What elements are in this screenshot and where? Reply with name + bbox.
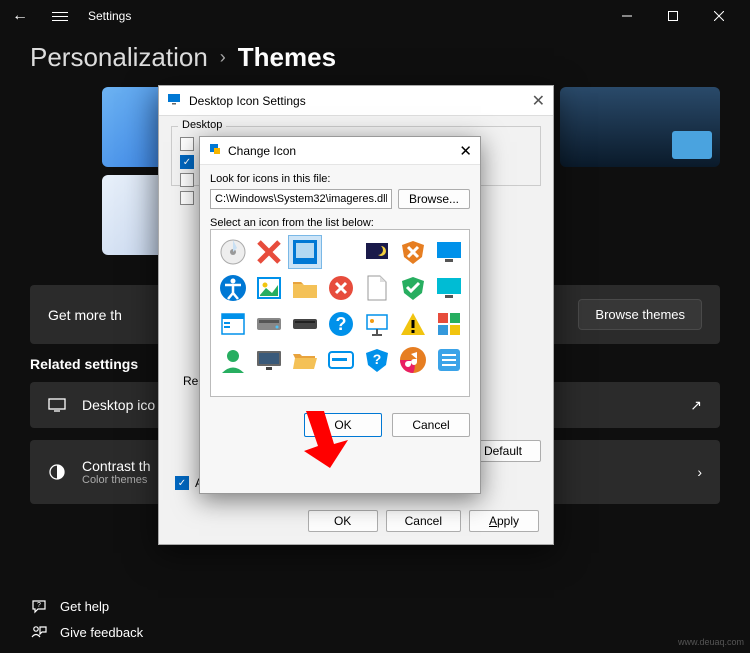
window-minimize[interactable] (604, 0, 650, 32)
moon-icon[interactable] (361, 236, 393, 268)
help-icon: ? (30, 597, 48, 615)
chevron-right-icon: › (220, 47, 226, 68)
change-icon-dialog: Change Icon ✕ Look for icons in this fil… (199, 136, 481, 494)
run-window-icon[interactable] (325, 344, 357, 376)
dialog-title: Change Icon (228, 144, 296, 158)
close-button[interactable]: ✕ (459, 142, 472, 160)
close-button[interactable]: ✕ (532, 91, 545, 111)
browse-themes-button[interactable]: Browse themes (578, 299, 702, 330)
device-icon[interactable] (289, 308, 321, 340)
checkbox-checked-icon: ✓ (175, 476, 189, 490)
folder-icon[interactable] (289, 272, 321, 304)
hdd-icon[interactable] (253, 308, 285, 340)
dialog-title: Desktop Icon Settings (189, 94, 306, 108)
user-icon[interactable] (217, 344, 249, 376)
window-icon[interactable] (217, 308, 249, 340)
svg-text:?: ? (37, 602, 41, 609)
give-feedback-link[interactable]: Give feedback (30, 623, 143, 641)
picture-icon[interactable] (253, 272, 285, 304)
warning-icon[interactable] (397, 308, 429, 340)
icon-grid: ? ? (210, 229, 470, 397)
blocks-icon[interactable] (433, 308, 465, 340)
monitor-blue-icon[interactable] (289, 236, 321, 268)
shield-help-icon[interactable]: ? (361, 344, 393, 376)
watermark: www.deuaq.com (678, 637, 744, 647)
presentation-icon[interactable] (361, 308, 393, 340)
checkbox-icon (180, 191, 194, 205)
app-title: Settings (88, 9, 131, 23)
disc-icon[interactable] (217, 236, 249, 268)
shield-orange-icon[interactable] (397, 236, 429, 268)
restore-label: Re (183, 374, 198, 388)
select-icon-label: Select an icon from the list below: (210, 217, 470, 229)
hamburger-menu[interactable] (48, 4, 72, 28)
help-icon[interactable]: ? (325, 308, 357, 340)
groupbox-legend: Desktop (178, 119, 226, 131)
x-red-icon[interactable] (253, 236, 285, 268)
desktop-icon (48, 396, 66, 414)
checkbox-icon (180, 137, 194, 151)
apply-button[interactable]: Apply (469, 510, 539, 532)
monitor-icon[interactable] (433, 236, 465, 268)
contrast-icon (48, 463, 66, 481)
folder-open-icon[interactable] (289, 344, 321, 376)
browse-button[interactable]: Browse... (398, 189, 470, 209)
checkbox-icon (180, 173, 194, 187)
theme-thumbnail[interactable] (560, 87, 720, 167)
music-icon[interactable] (397, 344, 429, 376)
list-icon[interactable] (433, 344, 465, 376)
desktop-icons-label: Desktop ico (82, 397, 155, 413)
monitor-icon[interactable] (433, 272, 465, 304)
cancel-button[interactable]: Cancel (392, 413, 470, 437)
paint-icon (208, 142, 222, 159)
back-button[interactable]: ← (8, 4, 32, 28)
svg-text:?: ? (336, 314, 347, 334)
contrast-subtitle: Color themes (82, 474, 150, 486)
chevron-right-icon: › (697, 464, 702, 480)
window-close[interactable] (696, 0, 742, 32)
checkbox-checked-icon: ✓ (180, 155, 194, 169)
open-external-icon: ↗ (690, 397, 702, 414)
display-settings-icon (167, 92, 181, 109)
icon-path-input[interactable] (210, 189, 392, 209)
display-icon[interactable] (253, 344, 285, 376)
document-icon[interactable] (361, 272, 393, 304)
window-maximize[interactable] (650, 0, 696, 32)
error-icon[interactable] (325, 272, 357, 304)
breadcrumb: Personalization › Themes (30, 42, 720, 73)
accessibility-icon[interactable] (217, 272, 249, 304)
window-titlebar: ← Settings (0, 0, 750, 32)
svg-text:?: ? (373, 351, 382, 367)
ok-button[interactable]: OK (308, 510, 378, 532)
look-for-icons-label: Look for icons in this file: (210, 173, 470, 185)
contrast-title: Contrast th (82, 458, 150, 474)
ok-button[interactable]: OK (304, 413, 382, 437)
feedback-icon (30, 623, 48, 641)
shield-check-icon[interactable] (397, 272, 429, 304)
cancel-button[interactable]: Cancel (386, 510, 461, 532)
breadcrumb-parent[interactable]: Personalization (30, 42, 208, 73)
get-more-label: Get more th (48, 307, 122, 323)
get-help-link[interactable]: ? Get help (30, 597, 143, 615)
breadcrumb-current: Themes (238, 42, 336, 73)
